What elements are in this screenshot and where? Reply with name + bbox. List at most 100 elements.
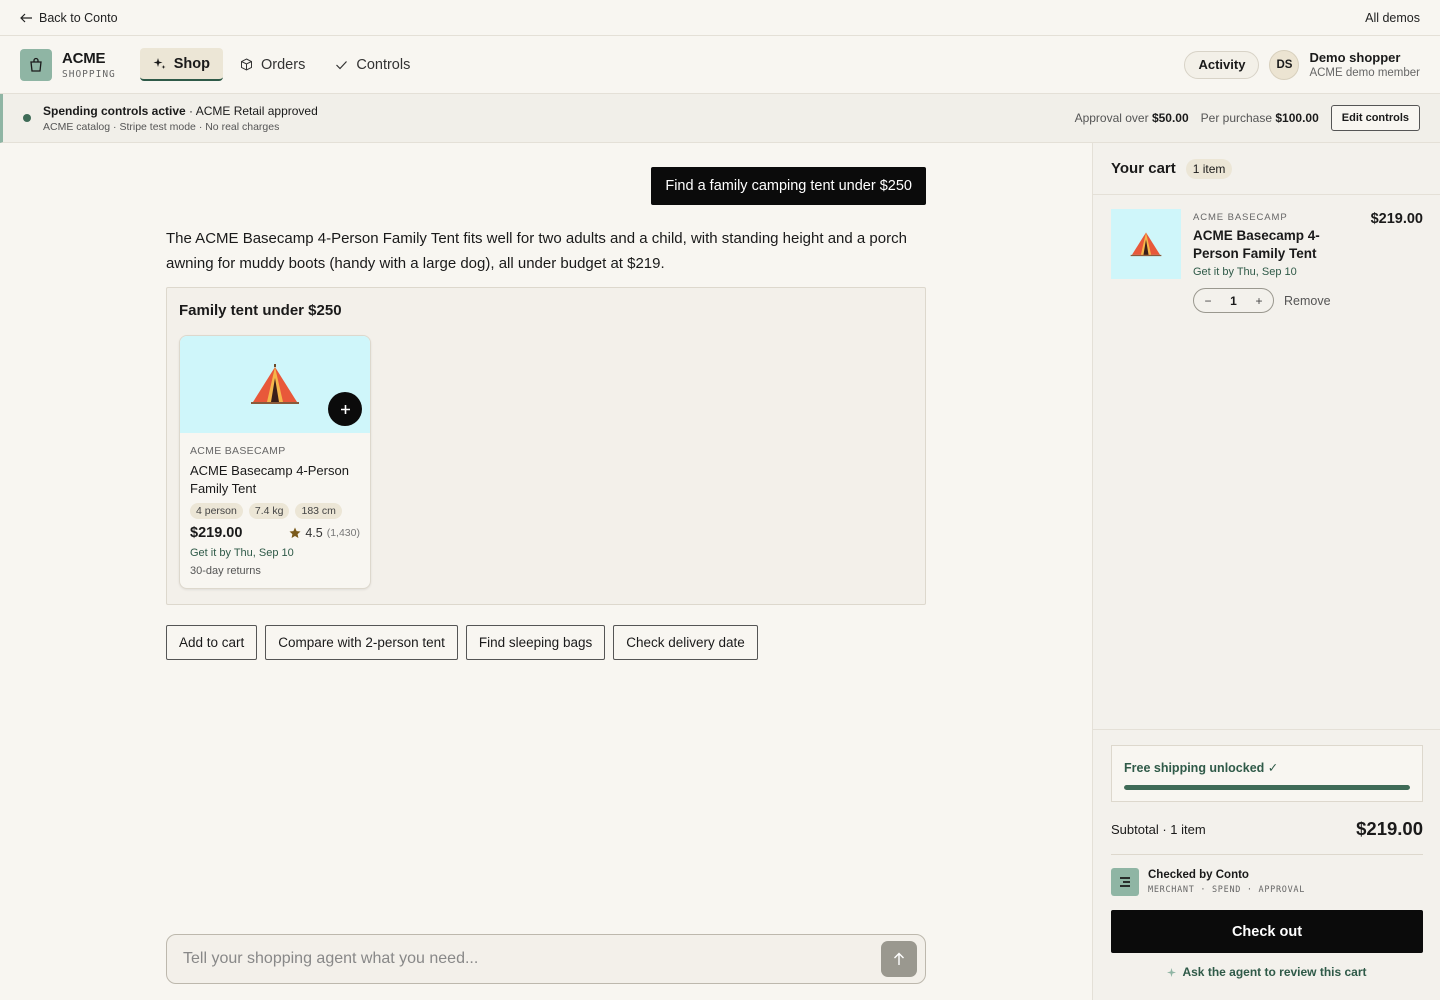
brand[interactable]: ACME SHOPPING (20, 48, 116, 81)
back-link[interactable]: Back to Conto (20, 11, 118, 25)
cart-item-image (1111, 209, 1181, 279)
cart-title: Your cart (1111, 160, 1176, 177)
cart-item-delivery: Get it by Thu, Sep 10 (1193, 266, 1297, 278)
avatar[interactable]: DS (1269, 49, 1300, 80)
product-results: Family tent under $250 ACME BASECAMP ACM… (166, 287, 926, 605)
user-role: ACME demo member (1309, 67, 1420, 79)
shipping-status: Free shipping unlocked ✓ (1111, 745, 1423, 802)
increment-button[interactable]: + (1253, 294, 1265, 308)
tab-controls-label: Controls (356, 56, 411, 73)
box-icon (241, 58, 253, 71)
spec-chip: 4 person (190, 503, 243, 519)
product-card[interactable]: ACME BASECAMP ACME Basecamp 4-Person Fam… (179, 335, 371, 589)
controls-status-label: Spending controls active (43, 103, 186, 118)
subtotal-label: Subtotal · 1 item (1111, 821, 1206, 837)
tab-shop-label: Shop (173, 55, 211, 72)
user-message: Find a family camping tent under $250 (651, 167, 926, 205)
product-brand: ACME BASECAMP (190, 445, 286, 457)
approval-over: Approval over $50.00 (1075, 111, 1189, 125)
checked-tags: MERCHANT · SPEND · APPROVAL (1148, 885, 1306, 895)
brand-name: ACME (62, 49, 106, 67)
find-sleeping-bags-button[interactable]: Find sleeping bags (465, 625, 606, 660)
approval-over-label: Approval over (1074, 111, 1149, 125)
cart-summary: Free shipping unlocked ✓ Subtotal · 1 it… (1093, 729, 1440, 1000)
user-name: Demo shopper (1309, 50, 1401, 65)
product-delivery: Get it by Thu, Sep 10 (190, 547, 294, 559)
review-cart-label: Ask the agent to review this cart (1182, 965, 1367, 979)
cart-item-name: ACME Basecamp 4-Person Family Tent (1193, 228, 1320, 261)
rating-value: 4.5 (305, 526, 323, 540)
product-price: $219.00 (190, 525, 243, 541)
checkout-button[interactable]: Check out (1111, 910, 1423, 953)
divider (1111, 854, 1423, 855)
shopping-bag-icon (20, 48, 52, 81)
cart-item-price: $219.00 (1370, 211, 1423, 227)
approval-over-value: $50.00 (1151, 111, 1189, 125)
activity-button[interactable]: Activity (1184, 50, 1260, 79)
per-purchase-value: $100.00 (1275, 111, 1319, 125)
tent-icon (1130, 232, 1162, 257)
edit-controls-button[interactable]: Edit controls (1330, 105, 1420, 131)
checked-by-conto: Checked by Conto MERCHANT · SPEND · APPR… (1111, 868, 1305, 896)
remove-item-button[interactable]: Remove (1284, 294, 1331, 308)
back-link-label: Back to Conto (39, 10, 118, 25)
add-to-cart-fab[interactable] (328, 392, 362, 426)
decrement-button[interactable]: − (1202, 294, 1214, 308)
check-delivery-button[interactable]: Check delivery date (613, 625, 758, 660)
tab-orders-label: Orders (261, 56, 306, 73)
rating-count: (1,430) (326, 527, 360, 539)
chat-area: Find a family camping tent under $250 Th… (0, 143, 1092, 1000)
arrow-left-icon (20, 13, 32, 22)
send-button[interactable] (881, 941, 917, 977)
product-rating: 4.5 (1,430) (289, 526, 360, 540)
subtotal-value: $219.00 (1356, 818, 1423, 839)
spending-controls-banner: Spending controls active · ACME Retail a… (0, 94, 1440, 143)
message-input[interactable] (183, 950, 881, 968)
message-composer (166, 934, 926, 984)
tent-icon (251, 363, 299, 404)
controls-subtext: ACME catalog · Stripe test mode · No rea… (43, 120, 280, 133)
nav-tabs: Shop Orders Controls (139, 48, 424, 81)
cart-item-brand: ACME BASECAMP (1193, 212, 1288, 223)
controls-status: Spending controls active · ACME Retail a… (43, 104, 318, 118)
tab-controls[interactable]: Controls (322, 48, 423, 81)
plus-icon (340, 404, 350, 414)
product-returns: 30-day returns (190, 565, 261, 577)
quantity-value: 1 (1230, 293, 1237, 308)
brand-subtitle: SHOPPING (62, 68, 116, 80)
subtotal-row: Subtotal · 1 item $219.00 (1111, 818, 1423, 840)
star-icon (289, 527, 301, 538)
shipping-text: Free shipping unlocked ✓ (1124, 761, 1279, 775)
results-title: Family tent under $250 (179, 302, 342, 319)
cart-item: ACME BASECAMP ACME Basecamp 4-Person Fam… (1111, 209, 1423, 319)
shipping-progress-bar (1124, 785, 1410, 790)
product-name: ACME Basecamp 4-Person Family Tent (190, 463, 349, 496)
product-specs: 4 person 7.4 kg 183 cm (190, 503, 360, 519)
shipping-progress-fill (1124, 785, 1410, 790)
tab-shop[interactable]: Shop (139, 48, 224, 81)
controls-approval-text: · ACME Retail approved (185, 103, 318, 118)
agent-reply: The ACME Basecamp 4-Person Family Tent f… (166, 230, 907, 272)
spec-chip: 183 cm (295, 503, 342, 519)
main-nav: ACME SHOPPING Shop Orders Controls Activ… (0, 36, 1440, 94)
sparkle-icon (1167, 967, 1177, 977)
product-image (180, 336, 370, 433)
per-purchase-label: Per purchase (1200, 111, 1273, 125)
check-icon (336, 61, 348, 70)
all-demos-link[interactable]: All demos (1365, 11, 1420, 25)
tab-orders[interactable]: Orders (227, 48, 318, 81)
arrow-up-icon (894, 952, 904, 965)
review-cart-link[interactable]: Ask the agent to review this cart (1111, 965, 1423, 979)
quantity-stepper: − 1 + (1193, 288, 1274, 313)
cart-count-badge: 1 item (1185, 158, 1233, 179)
user-info: Demo shopper ACME demo member (1309, 50, 1420, 79)
compare-button[interactable]: Compare with 2-person tent (265, 625, 458, 660)
sparkle-icon (153, 58, 166, 69)
spec-chip: 7.4 kg (248, 503, 290, 519)
cart-panel: Your cart 1 item ACME BASECAMP ACME Base… (1092, 143, 1440, 1000)
checked-by-label: Checked by Conto (1148, 869, 1249, 881)
per-purchase: Per purchase $100.00 (1201, 111, 1319, 125)
suggested-actions: Add to cart Compare with 2-person tent F… (166, 625, 758, 660)
status-dot-icon (23, 114, 31, 122)
add-to-cart-button[interactable]: Add to cart (166, 625, 258, 660)
